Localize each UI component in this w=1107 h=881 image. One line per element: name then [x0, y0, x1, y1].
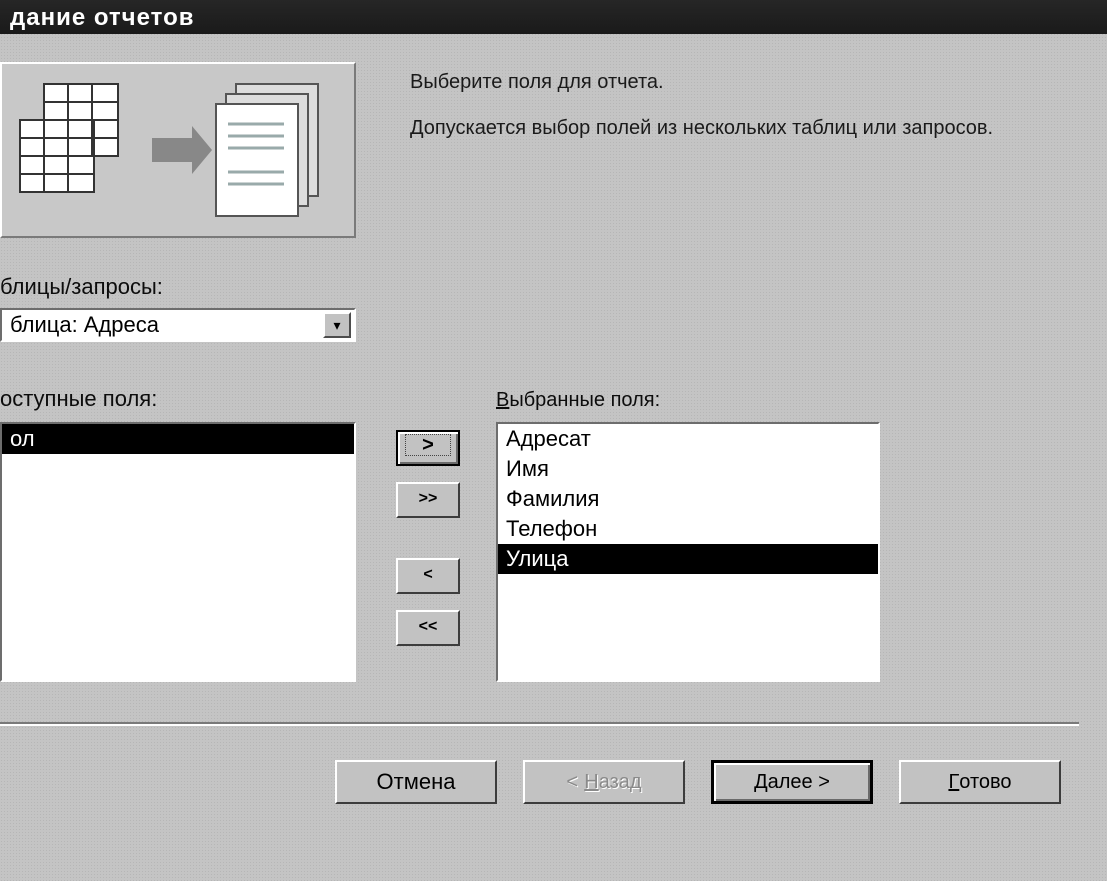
remove-all-fields-button[interactable]: <<: [396, 610, 460, 646]
cancel-button[interactable]: Отмена: [335, 760, 497, 804]
client-area: Выберите поля для отчета. Допускается вы…: [0, 34, 1107, 881]
wizard-instructions: Выберите поля для отчета. Допускается вы…: [410, 68, 1047, 142]
available-fields-listbox[interactable]: ол: [0, 422, 356, 682]
list-item[interactable]: Имя: [498, 454, 878, 484]
back-button: < Назад: [523, 760, 685, 804]
list-item[interactable]: ол: [2, 424, 354, 454]
nav-buttons: Отмена < Назад Далее > Готово: [0, 760, 1079, 816]
separator: [0, 722, 1079, 726]
selected-label-hotkey: В: [496, 389, 509, 411]
available-fields-label: оступные поля:: [0, 386, 157, 412]
finish-rest: отово: [959, 771, 1011, 794]
wizard-banner: [0, 62, 356, 238]
chevron-down-icon[interactable]: ▾: [323, 312, 351, 338]
next-hotkey: Д: [754, 771, 768, 794]
combo-value: блица: Адреса: [2, 312, 323, 338]
back-hotkey: Н: [584, 771, 598, 794]
list-item[interactable]: Телефон: [498, 514, 878, 544]
selected-fields-label: Выбранные поля:: [496, 386, 660, 412]
list-item[interactable]: Фамилия: [498, 484, 878, 514]
instruction-line-1: Выберите поля для отчета.: [410, 68, 1047, 96]
selected-fields-listbox[interactable]: АдресатИмяФамилияТелефонУлица: [496, 422, 880, 682]
back-lt: <: [566, 771, 578, 794]
next-button[interactable]: Далее >: [711, 760, 873, 804]
add-field-button[interactable]: >: [396, 430, 460, 466]
selected-label-rest: ыбранные поля:: [509, 389, 660, 411]
finish-button[interactable]: Готово: [899, 760, 1061, 804]
list-item[interactable]: Улица: [498, 544, 878, 574]
finish-hotkey: Г: [948, 771, 959, 794]
next-rest: алее >: [768, 771, 830, 794]
wizard-illustration-icon: [14, 80, 334, 220]
add-all-fields-button[interactable]: >>: [396, 482, 460, 518]
tables-queries-label: блицы/запросы:: [0, 274, 163, 300]
remove-field-button[interactable]: <: [396, 558, 460, 594]
list-item[interactable]: Адресат: [498, 424, 878, 454]
instruction-line-2: Допускается выбор полей из нескольких та…: [410, 114, 1047, 142]
window-title: дание отчетов: [0, 0, 1107, 34]
tables-queries-combo[interactable]: блица: Адреса ▾: [0, 308, 356, 342]
back-rest: азад: [599, 771, 642, 794]
